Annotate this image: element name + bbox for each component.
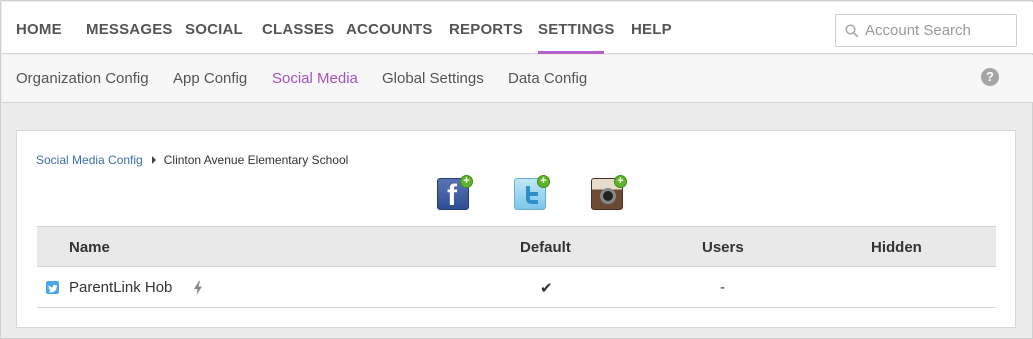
active-nav-indicator <box>538 51 604 54</box>
facebook-icon: f <box>447 179 457 212</box>
column-header-hidden[interactable]: Hidden <box>871 239 922 256</box>
nav-messages[interactable]: MESSAGES <box>86 21 173 38</box>
app-frame: HOME MESSAGES SOCIAL CLASSES ACCOUNTS RE… <box>0 0 1033 339</box>
instagram-icon <box>600 188 616 204</box>
help-question-icon[interactable]: ? <box>981 68 999 86</box>
nav-help[interactable]: HELP <box>631 21 672 38</box>
breadcrumb-parent-link[interactable]: Social Media Config <box>36 153 143 167</box>
nav-classes[interactable]: CLASSES <box>262 21 334 38</box>
table-row[interactable]: ParentLink Hob ✔ - <box>37 267 996 308</box>
subnav-global-settings[interactable]: Global Settings <box>382 70 484 87</box>
social-media-panel: Social Media Config Clinton Avenue Eleme… <box>16 130 1016 328</box>
add-plus-icon: + <box>460 175 473 188</box>
breadcrumb: Social Media Config Clinton Avenue Eleme… <box>36 153 348 167</box>
add-facebook-button[interactable]: f + <box>437 175 473 212</box>
social-accounts-table: Name Default Users Hidden ParentLink Hob… <box>37 226 996 308</box>
add-plus-icon: + <box>537 175 550 188</box>
default-checkmark-icon[interactable]: ✔ <box>540 279 553 297</box>
top-navigation: HOME MESSAGES SOCIAL CLASSES ACCOUNTS RE… <box>2 2 1033 54</box>
add-instagram-button[interactable]: + <box>591 175 627 210</box>
column-header-name[interactable]: Name <box>69 239 110 256</box>
users-value: - <box>720 279 725 296</box>
twitter-icon <box>46 281 59 294</box>
sub-navigation: Organization Config App Config Social Me… <box>2 55 1033 103</box>
nav-home[interactable]: HOME <box>16 21 62 38</box>
breadcrumb-current: Clinton Avenue Elementary School <box>163 153 349 167</box>
table-header: Name Default Users Hidden <box>37 226 996 267</box>
breadcrumb-arrow-icon <box>151 156 156 164</box>
column-header-users[interactable]: Users <box>702 239 744 256</box>
nav-accounts[interactable]: ACCOUNTS <box>346 21 433 38</box>
account-search[interactable] <box>835 14 1017 47</box>
column-header-default[interactable]: Default <box>520 239 571 256</box>
nav-reports[interactable]: REPORTS <box>449 21 523 38</box>
subnav-organization-config[interactable]: Organization Config <box>16 70 149 87</box>
add-twitter-button[interactable]: + <box>514 175 550 210</box>
nav-settings[interactable]: SETTINGS <box>538 21 615 38</box>
search-input[interactable] <box>865 22 1015 39</box>
add-plus-icon: + <box>614 175 627 188</box>
nav-social[interactable]: SOCIAL <box>185 21 243 38</box>
account-name[interactable]: ParentLink Hob <box>69 279 172 296</box>
subnav-data-config[interactable]: Data Config <box>508 70 587 87</box>
subnav-social-media[interactable]: Social Media <box>272 70 358 87</box>
subnav-app-config[interactable]: App Config <box>173 70 247 87</box>
lightning-bolt-icon <box>194 281 202 295</box>
search-icon <box>845 23 859 37</box>
